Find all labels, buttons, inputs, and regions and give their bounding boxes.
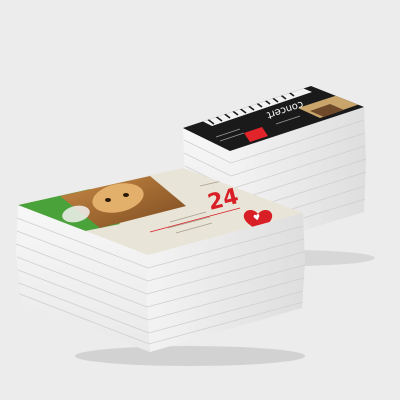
product-scene: ʇɹǝɔuoɔ ɯɐ 24 ♥	[0, 0, 400, 400]
scene-canvas: ʇɹǝɔuoɔ ɯɐ 24 ♥	[0, 0, 400, 400]
front-stack-shadow	[75, 346, 305, 366]
